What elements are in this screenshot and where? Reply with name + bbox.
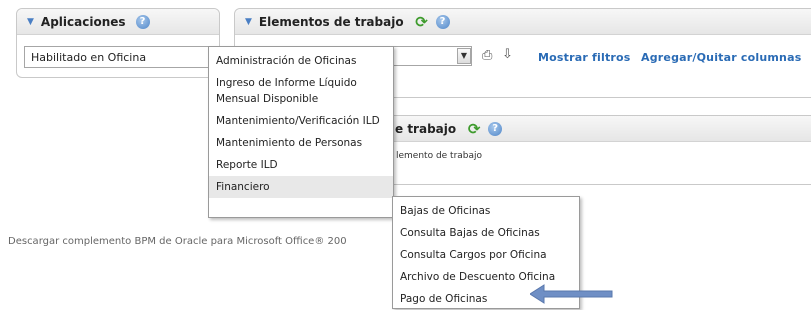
left-arrow-icon bbox=[530, 284, 613, 304]
download-bpm-office-link[interactable]: Descargar complemento BPM de Oracle para… bbox=[8, 236, 347, 247]
export-icon[interactable]: ⇩ bbox=[502, 47, 513, 62]
applications-select-value: Habilitado en Oficina bbox=[31, 51, 147, 64]
applications-panel-header[interactable]: ▼ Aplicaciones ? bbox=[17, 9, 219, 35]
work-items-panel-header[interactable]: ▼ Elementos de trabajo ⟳ ? bbox=[235, 9, 811, 35]
applications-panel-title: Aplicaciones bbox=[40, 14, 126, 29]
refresh-icon[interactable]: ⟳ bbox=[466, 121, 482, 137]
help-icon[interactable]: ? bbox=[435, 14, 450, 29]
second-panel-title: e trabajo bbox=[395, 121, 457, 136]
second-work-panel-header[interactable]: e trabajo ⟳ ? bbox=[381, 116, 811, 142]
chevron-down-icon[interactable]: ▼ bbox=[457, 48, 471, 64]
applications-select[interactable]: Habilitado en Oficina bbox=[24, 46, 214, 68]
help-icon[interactable]: ? bbox=[135, 14, 150, 29]
menu-item-reporte-ild[interactable]: Reporte ILD bbox=[209, 154, 393, 176]
second-panel-body-text: lemento de trabajo bbox=[396, 151, 483, 161]
help-icon[interactable]: ? bbox=[488, 121, 503, 136]
menu-item-financiero[interactable]: Financiero bbox=[209, 176, 393, 198]
menu-item-administracion-oficinas[interactable]: Administración de Oficinas bbox=[209, 50, 393, 72]
menu-item-ingreso-informe[interactable]: Ingreso de Informe Líquido Mensual Dispo… bbox=[209, 72, 393, 110]
show-filters-link[interactable]: Mostrar filtros bbox=[538, 51, 631, 64]
submenu-item-consulta-bajas[interactable]: Consulta Bajas de Oficinas bbox=[393, 222, 579, 244]
work-items-panel-title: Elementos de trabajo bbox=[258, 14, 404, 29]
menu-item-mantenimiento-personas[interactable]: Mantenimiento de Personas bbox=[209, 132, 393, 154]
submenu-item-consulta-cargos[interactable]: Consulta Cargos por Oficina bbox=[393, 244, 579, 266]
submenu-item-bajas-oficinas[interactable]: Bajas de Oficinas bbox=[393, 200, 579, 222]
add-remove-columns-link[interactable]: Agregar/Quitar columnas bbox=[641, 51, 801, 64]
collapse-triangle-icon[interactable]: ▼ bbox=[245, 17, 252, 27]
refresh-icon[interactable]: ⟳ bbox=[414, 14, 430, 30]
second-work-panel: e trabajo ⟳ ? bbox=[380, 115, 811, 185]
print-icon[interactable]: ⎙ bbox=[482, 48, 492, 63]
collapse-triangle-icon[interactable]: ▼ bbox=[27, 17, 34, 27]
applications-menu: Administración de Oficinas Ingreso de In… bbox=[208, 46, 394, 218]
menu-item-mantenimiento-verificacion[interactable]: Mantenimiento/Verificación ILD bbox=[209, 110, 393, 132]
